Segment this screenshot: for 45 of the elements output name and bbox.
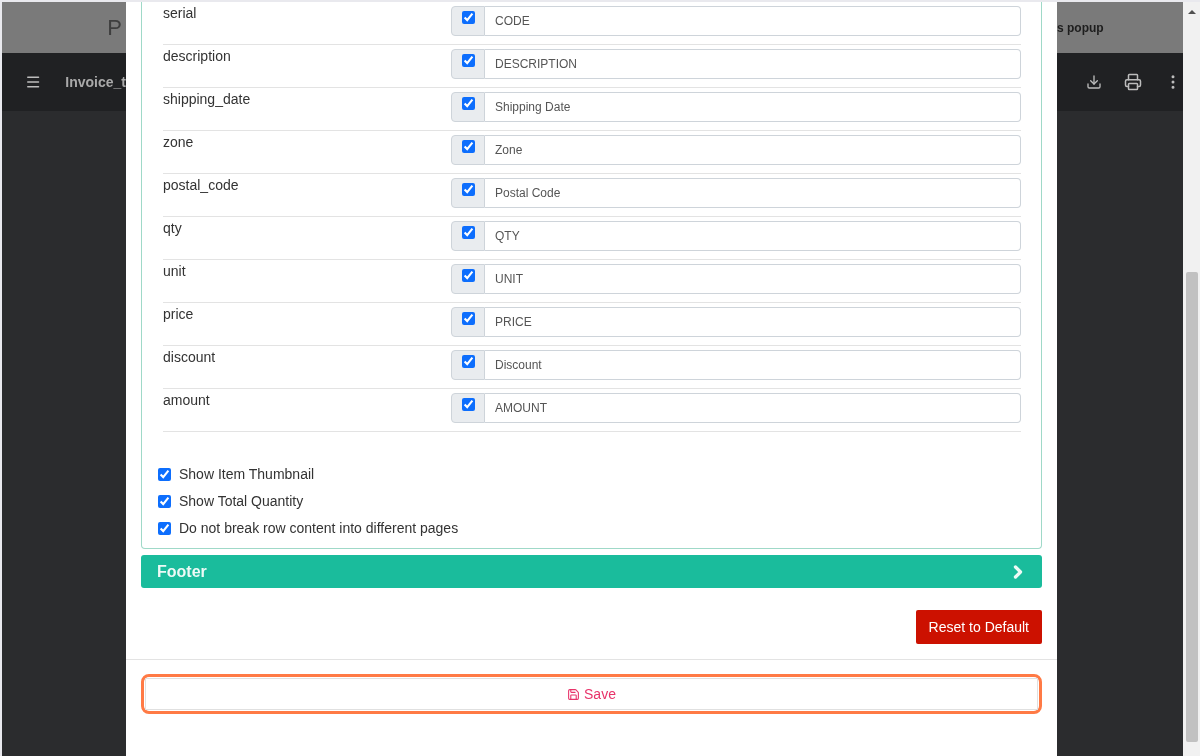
column-title-field[interactable]: DESCRIPTION [485,49,1021,79]
field-label: zone [163,133,195,150]
column-title-field[interactable]: UNIT [485,264,1021,294]
enable-checkbox[interactable] [461,226,475,239]
header-text: s popup [1057,20,1104,35]
print-icon[interactable] [1124,73,1142,91]
enable-checkbox[interactable] [461,398,475,411]
column-title-field[interactable]: Discount [485,350,1021,380]
field-label: unit [163,262,187,279]
field-label: discount [163,348,217,365]
enable-checkbox[interactable] [461,269,475,282]
page-title: P [107,14,122,41]
enable-checkbox[interactable] [461,183,475,196]
field-label: amount [163,391,211,408]
reset-button[interactable]: Reset to Default [915,610,1042,644]
field-label: shipping_date [163,90,252,107]
column-title-field[interactable]: CODE [485,6,1021,36]
field-label: serial [163,4,198,21]
save-button[interactable]: Save [145,678,1038,710]
field-label: price [163,305,195,322]
column-title-field[interactable]: AMOUNT [485,393,1021,423]
section-title: Footer [157,562,207,581]
option-checkbox[interactable] [158,494,171,508]
column-title-field[interactable]: Shipping Date [485,92,1021,122]
enable-checkbox[interactable] [461,97,475,110]
option-checkbox[interactable] [158,467,171,481]
column-title-field[interactable]: QTY [485,221,1021,251]
option-label: Do not break row content into different pages [179,520,459,536]
document-title: Invoice_t [65,74,126,90]
field-label: description [163,47,232,64]
option-checkbox[interactable] [158,521,171,535]
column-title-field[interactable]: Postal Code [485,178,1021,208]
enable-checkbox[interactable] [461,11,475,24]
field-label: qty [163,219,183,236]
scrollbar[interactable] [1183,2,1200,756]
field-label: postal_code [163,176,240,193]
download-icon[interactable] [1086,74,1102,90]
column-title-field[interactable]: Zone [485,135,1021,165]
enable-checkbox[interactable] [461,140,475,153]
option-label: Show Total Quantity [179,493,304,509]
option-label: Show Item Thumbnail [179,466,315,482]
enable-checkbox[interactable] [461,312,475,325]
enable-checkbox[interactable] [461,54,475,67]
column-title-field[interactable]: PRICE [485,307,1021,337]
enable-checkbox[interactable] [461,355,475,368]
